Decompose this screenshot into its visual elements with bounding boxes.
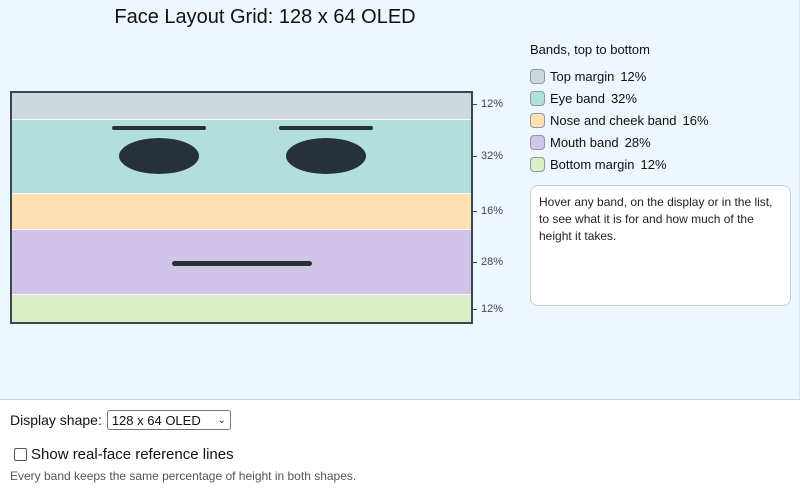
legend-item-label: Bottom margin <box>550 156 635 172</box>
legend-swatch <box>530 112 545 128</box>
legend-swatch <box>530 134 545 150</box>
legend-item-label: Top margin <box>550 68 615 84</box>
legend-item-percent: 32% <box>610 90 637 106</box>
scale-tick-eye: 32% <box>473 149 503 163</box>
shape-label: Display shape: <box>10 412 102 428</box>
legend-item-label: Eye band <box>550 90 605 106</box>
reference-lines-label[interactable]: Show real-face reference lines <box>31 446 234 463</box>
legend-item-label: Mouth band <box>550 134 619 150</box>
page-title: Face Layout Grid: 128 x 64 OLED <box>114 6 416 28</box>
legend-item-bottom-margin[interactable]: Bottom margin 12% <box>530 153 790 175</box>
scale-tick-mouth: 28% <box>473 255 503 269</box>
right-eyebrow <box>279 126 373 130</box>
reference-lines-row: Show real-face reference lines <box>14 446 234 463</box>
right-eye <box>286 138 366 174</box>
legend-item-top-margin[interactable]: Top margin 12% <box>530 65 790 87</box>
legend-swatch <box>530 68 545 84</box>
legend-item-percent: 12% <box>640 156 667 172</box>
legend-swatch <box>530 156 545 172</box>
legend-item-percent: 16% <box>682 112 709 128</box>
shape-row: Display shape: 128 x 64 OLED ⌄ <box>10 410 231 430</box>
left-eye <box>119 138 199 174</box>
scale-tick-bottom-margin: 12% <box>473 302 503 316</box>
layout-stage: Face Layout Grid: 128 x 64 OLED 12% 32% … <box>0 0 800 400</box>
legend-item-mouth[interactable]: Mouth band 28% <box>530 131 790 153</box>
shape-select[interactable]: 128 x 64 OLED ⌄ <box>106 410 231 430</box>
hint-text: Every band keeps the same percentage of … <box>10 469 357 483</box>
mouth-line <box>172 261 312 266</box>
band-eye[interactable] <box>12 120 471 194</box>
shape-select-value: 128 x 64 OLED <box>111 412 201 428</box>
band-info-panel: Hover any band, on the display or in the… <box>530 185 791 306</box>
legend-item-label: Nose and cheek band <box>550 112 677 128</box>
legend-title: Bands, top to bottom <box>530 42 650 57</box>
reference-lines-checkbox[interactable] <box>14 448 27 461</box>
oled-display[interactable] <box>10 91 473 324</box>
chevron-down-icon: ⌄ <box>217 414 226 426</box>
legend-item-percent: 28% <box>624 134 651 150</box>
band-percent-scale: 12% 32% 16% 28% 12% <box>473 91 523 324</box>
legend-item-eye[interactable]: Eye band 32% <box>530 87 790 109</box>
legend-item-nose-cheek[interactable]: Nose and cheek band 16% <box>530 109 790 131</box>
band-top-margin[interactable] <box>12 93 471 121</box>
legend-swatch <box>530 90 545 106</box>
legend-item-percent: 12% <box>620 68 647 84</box>
controls-panel: Display shape: 128 x 64 OLED ⌄ Show real… <box>0 401 800 490</box>
band-bottom-margin[interactable] <box>12 294 471 322</box>
band-nose-cheek[interactable] <box>12 193 471 231</box>
scale-tick-nose-cheek: 16% <box>473 204 503 218</box>
scale-tick-top-margin: 12% <box>473 97 503 111</box>
left-eyebrow <box>112 126 206 130</box>
band-legend: Bands, top to bottom Top margin 12% Eye … <box>530 42 790 175</box>
